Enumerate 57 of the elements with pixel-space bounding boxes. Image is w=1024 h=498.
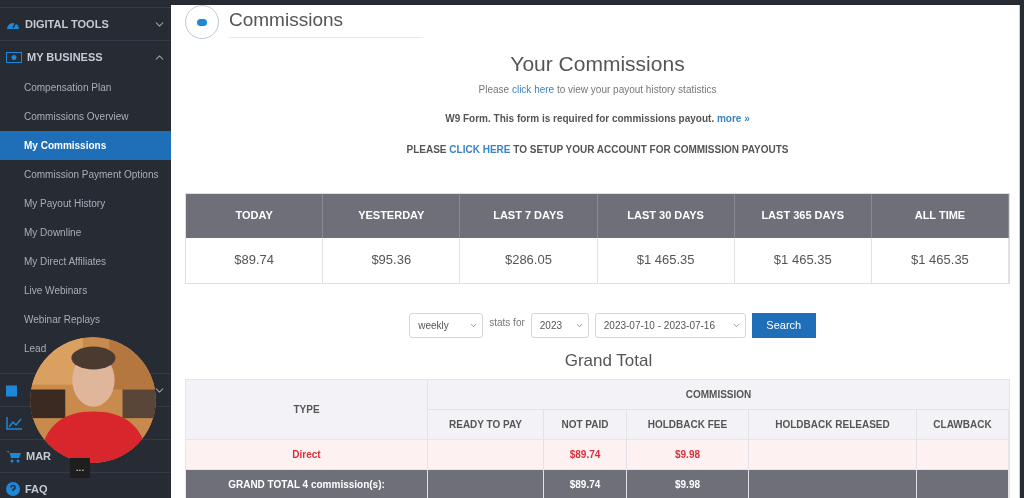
sidebar-item[interactable]: My Payout History <box>24 196 106 211</box>
table-cell-text: $1 465.35 <box>911 251 969 270</box>
sidebar-item[interactable]: Webinar Replays <box>24 312 100 327</box>
column-header: LAST 30 DAYS <box>627 208 704 224</box>
page-title: Commissions <box>229 6 424 38</box>
period-select[interactable]: weekly <box>409 312 484 338</box>
column-header: ALL TIME <box>914 208 966 224</box>
sidebar-item[interactable]: Live Webinars <box>24 283 88 298</box>
search-button[interactable]: Search <box>751 312 816 338</box>
table-cell-text: $95.36 <box>371 251 412 270</box>
sidebar-item[interactable]: Lead <box>24 341 47 356</box>
cart-icon <box>6 449 21 463</box>
sidebar-item[interactable]: My Downline <box>24 225 82 240</box>
column-header: COMMISSION <box>685 388 752 402</box>
sidebar-section-label[interactable]: MY BUSINESS <box>27 51 103 63</box>
column-header: TODAY <box>235 208 273 224</box>
column-header: HOLDBACK RELEASED <box>775 418 890 432</box>
table-cell-text: $286.05 <box>504 251 552 270</box>
table-cell-text: GRAND TOTAL 4 commission(s): <box>228 478 385 492</box>
sidebar-item[interactable]: Compensation Plan <box>24 80 112 95</box>
history-text: Please click here to view your payout history statistics <box>478 82 717 97</box>
stats-label: stats for <box>489 315 525 330</box>
more-button[interactable]: ... <box>70 458 90 478</box>
table-cell-text: $9.98 <box>675 478 700 492</box>
chart-icon <box>6 416 22 430</box>
w9-notice: W9 Form. This form is required for commissions payout. more » <box>445 111 750 126</box>
setup-notice: PLEASE CLICK HERE TO SETUP YOUR ACCOUNT FOR COMMISSION PAYOUTS <box>406 142 789 157</box>
year-select[interactable]: 2023 <box>530 312 589 338</box>
column-header: CLAWBACK <box>933 418 992 432</box>
column-header: READY TO PAY <box>449 418 522 432</box>
section-heading: Grand Total <box>564 349 653 372</box>
table-cell-text: $89.74 <box>569 478 601 492</box>
history-link[interactable]: click here <box>511 83 555 95</box>
table-cell-text: $89.74 <box>569 448 601 462</box>
column-header: LAST 365 DAYS <box>761 208 845 224</box>
column-header: NOT PAID <box>561 418 609 432</box>
table-cell-text: Direct <box>292 448 321 462</box>
sidebar-section-label[interactable]: MAR <box>26 450 52 462</box>
setup-link[interactable]: CLICK HERE <box>449 143 511 155</box>
range-select[interactable]: 2023-07-10 - 2023-07-16 <box>594 312 746 338</box>
section-heading: Your Commissions <box>510 51 685 77</box>
sidebar-section-label[interactable]: FAQ <box>25 483 48 495</box>
money-icon <box>6 51 22 63</box>
table-cell-text: $89.74 <box>234 251 274 270</box>
table-cell-text: $9.98 <box>675 448 700 462</box>
more-link[interactable]: more » <box>716 112 750 124</box>
sidebar-item[interactable]: Commission Payment Options <box>24 167 159 182</box>
column-header: YESTERDAY <box>358 208 425 224</box>
sidebar-section-label[interactable]: DIGITAL TOOLS <box>25 18 109 30</box>
table-cell-text: $1 465.35 <box>773 251 832 270</box>
table-cell-text: $1 465.35 <box>636 251 695 270</box>
calendar-icon <box>6 383 17 397</box>
column-header: TYPE <box>293 403 320 417</box>
column-header: LAST 7 DAYS <box>493 208 564 224</box>
sidebar-item[interactable]: Commissions Overview <box>24 109 129 124</box>
column-header: HOLDBACK FEE <box>647 418 728 432</box>
sidebar-item[interactable]: My Direct Affiliates <box>24 254 107 269</box>
